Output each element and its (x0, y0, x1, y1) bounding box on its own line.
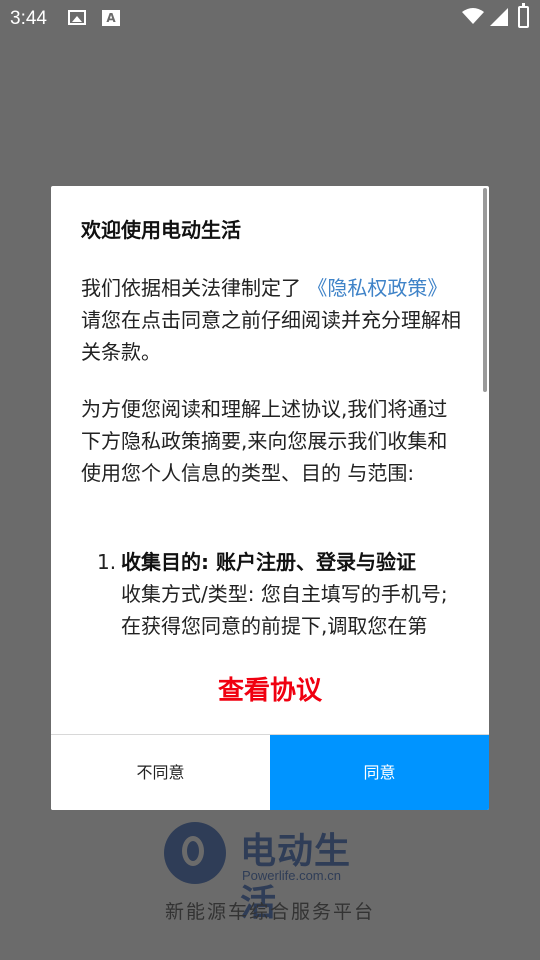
summary-paragraph: 为方便您阅读和理解上述协议,我们将通过下方隐私政策摘要,来向您展示我们收集和使用… (81, 397, 448, 485)
wifi-icon (462, 8, 484, 24)
image-icon (68, 10, 86, 25)
privacy-intro-paragraph: 我们依据相关法律制定了 《隐私权政策》请您在点击同意之前仔细阅读并充分理解相关条… (81, 272, 463, 368)
list-item-line: 收集方式/类型: 您自主填写的手机号; (121, 582, 448, 606)
privacy-dialog: 欢迎使用电动生活 我们依据相关法律制定了 《隐私权政策》请您在点击同意之前仔细阅… (51, 186, 489, 810)
status-time: 3:44 (10, 8, 47, 29)
dialog-scrollbar[interactable] (483, 188, 487, 392)
battery-icon (518, 3, 529, 28)
brand-slogan: 新能源车综合服务平台 (164, 901, 375, 923)
list-item: 收集目的: 账户注册、登录与验证 收集方式/类型: 您自主填写的手机号; 在获得… (121, 546, 467, 642)
list-item-line: 在获得您同意的前提下,调取您在第 (121, 614, 428, 638)
disagree-button[interactable]: 不同意 (51, 735, 270, 810)
agree-button[interactable]: 同意 (270, 735, 489, 810)
list-item-number: 1. (97, 550, 117, 574)
view-agreement-link[interactable]: 查看协议 (51, 670, 489, 707)
list-item-heading: 收集目的: 账户注册、登录与验证 (121, 550, 416, 574)
dialog-scroll-content[interactable]: 欢迎使用电动生活 我们依据相关法律制定了 《隐私权政策》请您在点击同意之前仔细阅… (51, 186, 489, 734)
power-logo-icon (164, 822, 226, 884)
brand-logo: 电动生活 Powerlife.com.cn (164, 822, 376, 924)
a-icon: A (102, 10, 120, 26)
signal-icon (490, 8, 508, 26)
status-bar: 3:44 A (0, 0, 540, 36)
intro-text-after: 请您在点击同意之前仔细阅读并充分理解相关条款。 (81, 308, 461, 364)
dialog-title: 欢迎使用电动生活 (81, 218, 241, 242)
brand-domain: Powerlife.com.cn (242, 868, 341, 883)
intro-text-before: 我们依据相关法律制定了 (81, 276, 301, 300)
privacy-policy-link[interactable]: 《隐私权政策》 (307, 276, 447, 300)
